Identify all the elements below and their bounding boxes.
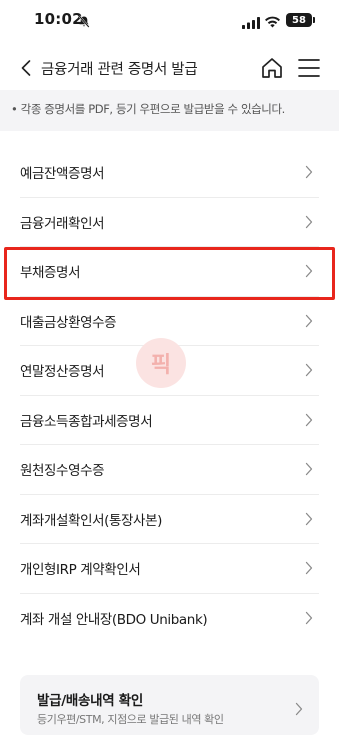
- status-time: 10:02: [34, 10, 83, 28]
- list-item-label: 금융소득종합과세증명서: [20, 413, 153, 430]
- list-item-label: 대출금상환영수증: [20, 314, 117, 331]
- chevron-right-icon: [305, 314, 313, 327]
- header: 금융거래 관련 증명서 발급: [0, 46, 339, 90]
- page-title: 금융거래 관련 증명서 발급: [41, 62, 198, 78]
- chevron-left-icon: [21, 60, 31, 76]
- highlight-box: [4, 247, 335, 300]
- list-item[interactable]: 금융소득종합과세증명서: [20, 396, 319, 445]
- list-item[interactable]: 금융거래확인서: [20, 198, 319, 247]
- chevron-right-icon: [305, 562, 313, 575]
- list-item-label: 예금잔액증명서: [20, 166, 105, 183]
- hamburger-menu-icon: [298, 59, 320, 77]
- certificate-list: 예금잔액증명서 금융거래확인서 부채증명서 대출금상환영수증 연말정산증명서 금…: [0, 148, 339, 643]
- list-item-label: 계좌 개설 안내장(BDO Unibank): [20, 612, 208, 629]
- list-item[interactable]: 개인형IRP 계약확인서: [20, 544, 319, 594]
- card-subtitle: 등기우편/STM, 지점으로 발급된 내역 확인: [37, 713, 224, 726]
- chevron-right-icon: [305, 612, 313, 625]
- watermark-logo: 픽: [136, 338, 186, 388]
- list-item[interactable]: 계좌 개설 안내장(BDO Unibank): [20, 594, 319, 644]
- chevron-right-icon: [305, 364, 313, 377]
- chevron-right-icon: [295, 702, 303, 716]
- battery-tip: [313, 17, 315, 23]
- back-button[interactable]: [14, 54, 38, 82]
- list-item-label: 계좌개설확인서(통장사본): [20, 512, 162, 529]
- list-item-label: 금융거래확인서: [20, 215, 105, 232]
- card-title: 발급/배송내역 확인: [37, 693, 143, 709]
- list-item[interactable]: 예금잔액증명서: [20, 148, 319, 198]
- chevron-right-icon: [305, 215, 313, 228]
- menu-button[interactable]: [296, 56, 322, 80]
- list-item-label: 개인형IRP 계약확인서: [20, 562, 141, 579]
- chevron-right-icon: [305, 166, 313, 179]
- chevron-right-icon: [305, 463, 313, 476]
- list-item-label: 원천징수영수증: [20, 463, 105, 480]
- battery-indicator: 58: [286, 13, 312, 27]
- notice-banner: • 각종 증명서를 PDF, 등기 우편으로 발급받을 수 있습니다.: [0, 90, 339, 131]
- list-item-label: 연말정산증명서: [20, 364, 105, 381]
- list-item[interactable]: 원천징수영수증: [20, 445, 319, 495]
- chevron-right-icon: [305, 512, 313, 525]
- bell-slash-icon: [78, 13, 90, 32]
- signal-icon: [242, 14, 260, 33]
- chevron-right-icon: [305, 413, 313, 426]
- home-button[interactable]: [259, 55, 285, 81]
- issuance-history-card[interactable]: 발급/배송내역 확인 등기우편/STM, 지점으로 발급된 내역 확인: [20, 675, 319, 735]
- status-bar: 10:02 58: [0, 0, 339, 42]
- wifi-icon: [264, 13, 281, 32]
- list-item[interactable]: 계좌개설확인서(통장사본): [20, 495, 319, 544]
- home-icon: [262, 58, 282, 78]
